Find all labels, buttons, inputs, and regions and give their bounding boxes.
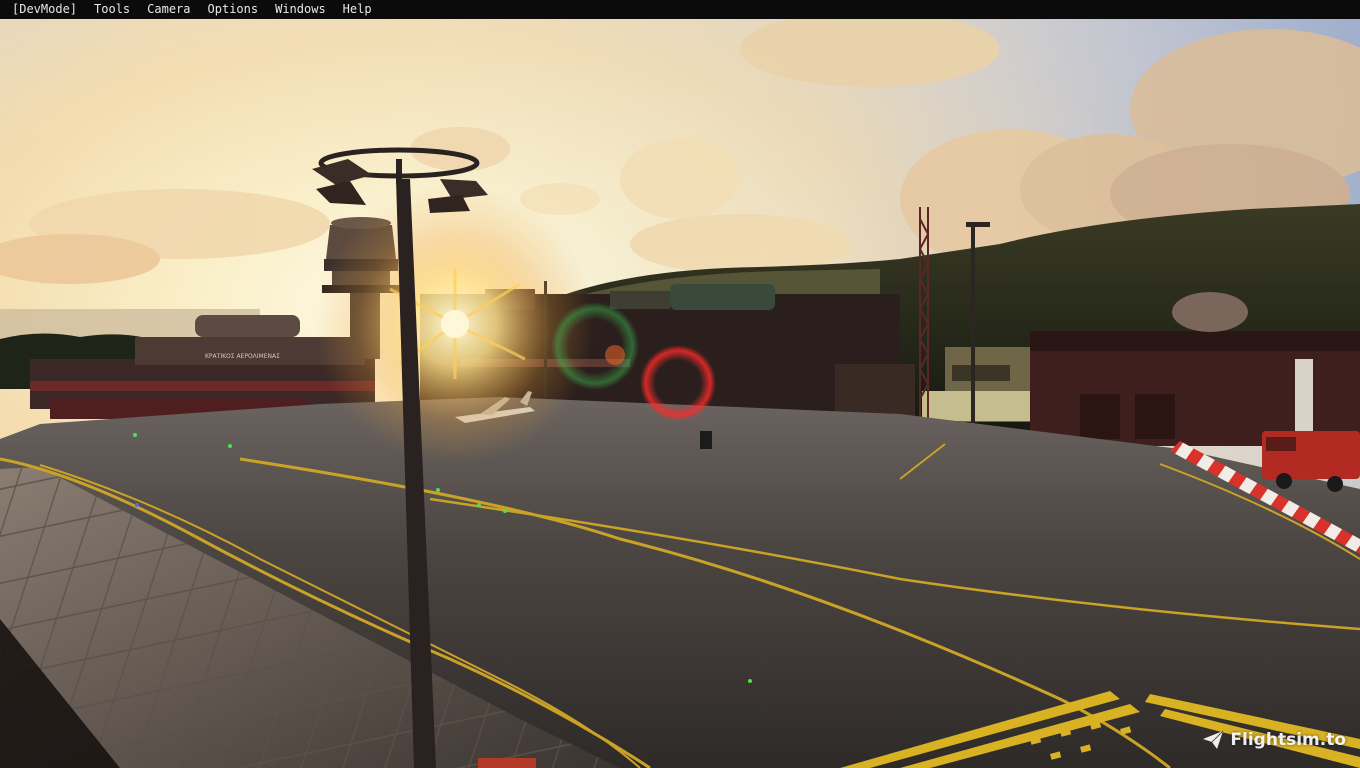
menu-windows[interactable]: Windows [266, 0, 334, 19]
sun [441, 310, 469, 338]
lens-flare-red [640, 345, 716, 421]
game-viewport[interactable]: ΚΡΑΤΙΚΟΣ ΑΕΡΟΛΙΜΕΝΑΣ [0, 19, 1360, 768]
lens-flare-dot [605, 345, 625, 365]
terminal-sign: ΚΡΑΤΙΚΟΣ ΑΕΡΟΛΙΜΕΝΑΣ [205, 353, 280, 360]
menu-devmode[interactable]: [DevMode] [0, 0, 85, 19]
flightsim-watermark: Flightsim.to [1202, 730, 1346, 750]
menu-options[interactable]: Options [199, 0, 267, 19]
paper-plane-icon [1203, 730, 1224, 749]
bottom-hud-marker [478, 758, 536, 768]
menu-tools[interactable]: Tools [85, 0, 138, 19]
lens-flare-green [551, 302, 639, 390]
watermark-text: Flightsim.to [1230, 730, 1346, 750]
menu-help[interactable]: Help [334, 0, 380, 19]
ground-vehicle [700, 431, 712, 449]
dev-menu-bar: [DevMode] Tools Camera Options Windows H… [0, 0, 1360, 19]
sim-window: [DevMode] Tools Camera Options Windows H… [0, 0, 1360, 768]
menu-camera[interactable]: Camera [138, 0, 198, 19]
